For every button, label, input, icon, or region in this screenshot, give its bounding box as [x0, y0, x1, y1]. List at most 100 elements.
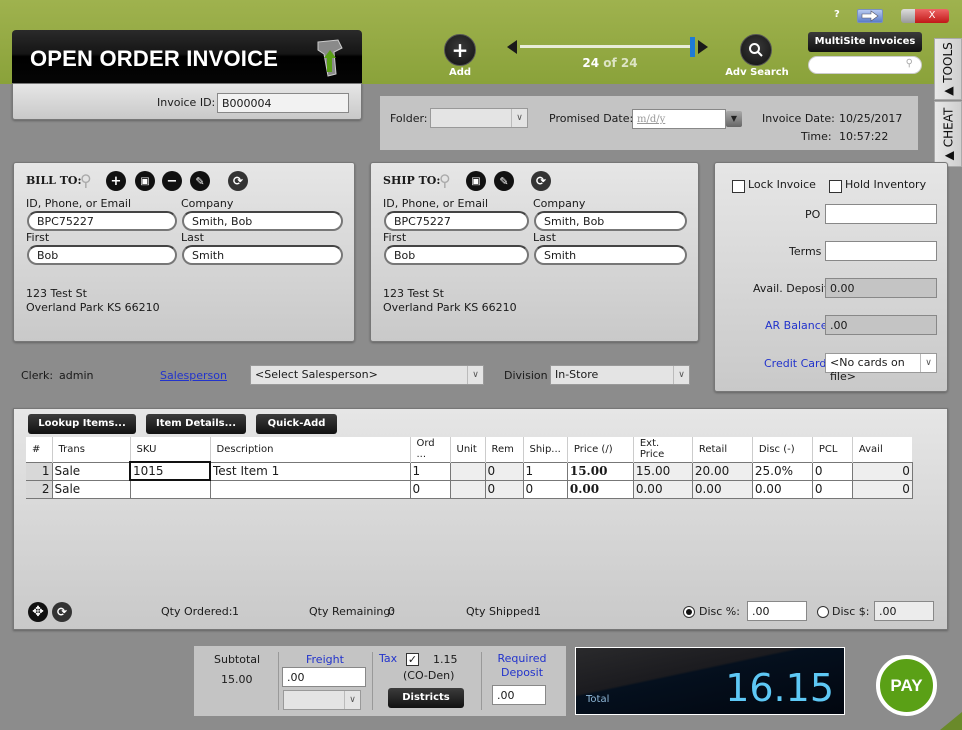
cell-description[interactable]: Test Item 1 — [209, 461, 411, 481]
truck-icon[interactable]: ▣ — [466, 171, 486, 191]
refresh-icon[interactable]: ⟳ — [531, 171, 551, 191]
item-details-button[interactable]: Item Details... — [146, 414, 246, 434]
cell-sku[interactable] — [129, 479, 211, 499]
col-avail[interactable]: Avail — [851, 437, 913, 462]
cell-price[interactable]: 15.00 — [566, 461, 634, 481]
cell-pcl[interactable]: 0 — [811, 479, 853, 499]
col-retail[interactable]: Retail — [691, 437, 753, 462]
forward-arrow-button[interactable] — [857, 9, 883, 23]
bill-first-input[interactable]: Bob — [27, 245, 177, 265]
record-slider-thumb[interactable] — [690, 37, 695, 57]
adv-search-button[interactable] — [740, 34, 772, 66]
quick-add-button[interactable]: Quick-Add — [256, 414, 337, 434]
col-sku[interactable]: SKU — [129, 437, 210, 462]
bill-company-input[interactable]: Smith, Bob — [182, 211, 343, 231]
table-row[interactable]: 1 Sale 1015 Test Item 1 1 0 1 15.00 15.0… — [26, 461, 913, 481]
disc-amt-input[interactable]: .00 — [874, 601, 934, 621]
ar-balance-link[interactable]: AR Balance — [765, 319, 828, 332]
add-button[interactable]: + — [444, 34, 476, 66]
remove-customer-icon[interactable]: − — [162, 171, 182, 191]
cell-trans[interactable]: Sale — [51, 479, 131, 499]
minimize-button[interactable] — [901, 9, 915, 23]
freight-select[interactable]: ∨ — [283, 690, 361, 710]
cell-pcl[interactable]: 0 — [811, 461, 853, 481]
division-select[interactable]: In-Store ∨ — [550, 365, 690, 385]
cell-unit[interactable] — [449, 479, 486, 499]
ship-id-input[interactable]: BPC75227 — [384, 211, 529, 231]
salesperson-select[interactable]: <Select Salesperson> ∨ — [250, 365, 484, 385]
col-description[interactable]: Description — [209, 437, 410, 462]
edit-pencil-icon[interactable]: ✎ — [494, 171, 514, 191]
col-remaining[interactable]: Rem — [484, 437, 523, 462]
hold-inventory-checkbox[interactable] — [829, 179, 842, 193]
add-customer-icon[interactable]: + — [106, 171, 126, 191]
credit-card-link[interactable]: Credit Card — [764, 357, 826, 370]
cell-shipped[interactable]: 0 — [522, 479, 568, 499]
cell-description[interactable] — [209, 479, 411, 499]
districts-button[interactable]: Districts — [388, 688, 464, 708]
disc-pct-input[interactable]: .00 — [747, 601, 807, 621]
folder-select[interactable]: ∨ — [430, 108, 528, 128]
cell-ordered[interactable]: 1 — [409, 461, 451, 481]
resize-grip-icon[interactable] — [940, 712, 962, 730]
col-trans[interactable]: Trans — [51, 437, 130, 462]
cell-shipped[interactable]: 1 — [522, 461, 568, 481]
col-price[interactable]: Price (/) — [566, 437, 634, 462]
bill-to-search-icon[interactable]: ⚲ — [80, 171, 92, 190]
help-button[interactable]: ? — [834, 9, 840, 20]
col-ext-price[interactable]: Ext. Price — [632, 437, 693, 462]
cell-disc[interactable]: 25.0% — [751, 461, 813, 481]
cell-trans[interactable]: Sale — [51, 461, 131, 481]
bill-last-input[interactable]: Smith — [182, 245, 343, 265]
multisite-invoices-button[interactable]: MultiSite Invoices — [808, 32, 922, 52]
record-slider-track[interactable] — [520, 45, 692, 48]
multisite-search-input[interactable]: ⚲ — [808, 56, 922, 74]
lock-invoice-checkbox[interactable] — [732, 179, 745, 193]
credit-card-select[interactable]: <No cards on file> ∨ — [825, 353, 937, 383]
salesperson-link[interactable]: Salesperson — [160, 369, 227, 382]
lookup-items-button[interactable]: Lookup Items... — [28, 414, 136, 434]
col-unit[interactable]: Unit — [449, 437, 485, 462]
edit-pencil-icon[interactable]: ✎ — [190, 171, 210, 191]
record-current: 24 — [582, 56, 600, 70]
col-num[interactable]: # — [26, 437, 52, 462]
date-picker-button[interactable]: ▼ — [726, 111, 742, 127]
tools-tab[interactable]: ▲ TOOLS — [934, 38, 962, 100]
pay-button[interactable]: PAY — [876, 655, 937, 716]
ship-to-search-icon[interactable]: ⚲ — [439, 171, 451, 190]
cell-sku[interactable]: 1015 — [129, 461, 211, 481]
table-row[interactable]: 2 Sale 0 0 0 0.00 0.00 0.00 0.00 0 0 — [26, 479, 913, 499]
next-record-arrow-icon[interactable] — [698, 40, 708, 54]
disc-pct-radio[interactable] — [683, 605, 695, 618]
po-input[interactable] — [825, 204, 937, 224]
cell-unit[interactable] — [449, 461, 486, 481]
truck-icon[interactable]: ▣ — [135, 171, 155, 191]
col-disc[interactable]: Disc (-) — [751, 437, 813, 462]
invoice-id-field[interactable]: B000004 — [217, 93, 349, 113]
refresh-icon[interactable]: ⟳ — [52, 602, 72, 622]
ship-last-input[interactable]: Smith — [534, 245, 687, 265]
bill-id-input[interactable]: BPC75227 — [27, 211, 177, 231]
cell-ordered[interactable]: 0 — [409, 479, 451, 499]
required-deposit-input[interactable]: .00 — [492, 685, 546, 705]
ship-first-input[interactable]: Bob — [384, 245, 529, 265]
col-shipped[interactable]: Ship... — [522, 437, 568, 462]
disc-amt-radio[interactable] — [817, 605, 829, 618]
cell-price[interactable]: 0.00 — [566, 479, 634, 499]
terms-input[interactable] — [825, 241, 937, 261]
promised-date-label: Promised Date: — [549, 112, 634, 125]
tax-checkbox[interactable]: ✓ — [406, 652, 419, 666]
prev-record-arrow-icon[interactable] — [507, 40, 517, 54]
promised-date-input[interactable]: m/d/y — [632, 109, 726, 129]
divider — [481, 652, 482, 710]
refresh-icon[interactable]: ⟳ — [228, 171, 248, 191]
cell-disc[interactable]: 0.00 — [751, 479, 813, 499]
move-arrows-icon[interactable]: ✥ — [28, 602, 48, 622]
cheat-tab[interactable]: ▲ CHEAT — [934, 101, 962, 167]
ship-company-input[interactable]: Smith, Bob — [534, 211, 687, 231]
col-ordered[interactable]: Ord ... — [409, 437, 450, 462]
close-button[interactable]: X — [915, 9, 949, 23]
hold-inventory-label: Hold Inventory — [845, 178, 927, 191]
freight-input[interactable]: .00 — [282, 667, 366, 687]
col-pcl[interactable]: PCL — [811, 437, 853, 462]
